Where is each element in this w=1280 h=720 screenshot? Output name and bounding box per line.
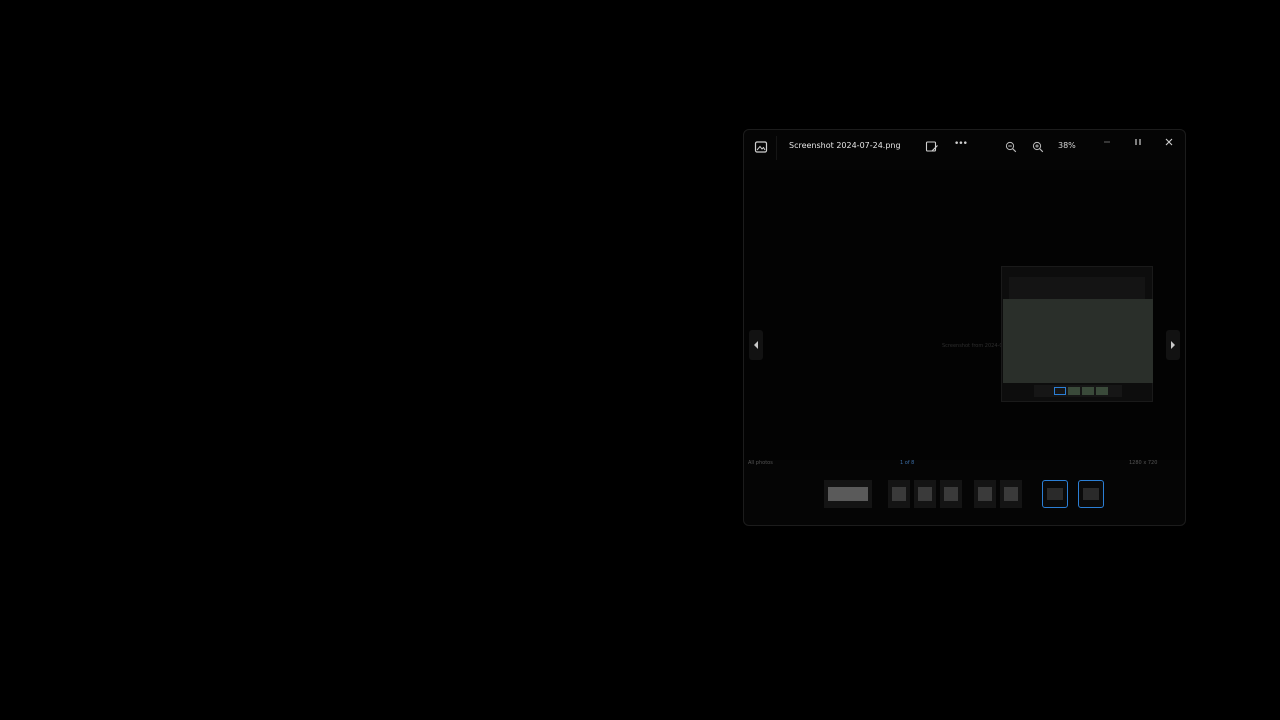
nested-selected-thumb [1054, 387, 1066, 395]
filmstrip-thumb[interactable] [1000, 480, 1022, 508]
filmstrip-thumb[interactable] [974, 480, 996, 508]
info-row: All photos 1 of 8 1280 x 720 [744, 460, 1185, 470]
photos-app-icon [753, 139, 769, 155]
filmstrip [824, 474, 1104, 512]
zoom-level-button[interactable]: 38% [1058, 141, 1076, 150]
chevron-left-icon [754, 341, 758, 349]
filmstrip-thumb[interactable] [914, 480, 936, 508]
photo-viewer-stage: Screenshot from 2024-07-24 [744, 170, 1185, 460]
photo-position-label: 1 of 8 [900, 460, 915, 466]
zoom-in-icon[interactable] [1030, 139, 1046, 155]
filmstrip-thumb-selected[interactable] [1042, 480, 1068, 508]
photos-app-window: Screenshot 2024-07-24.png ••• 38% Screen… [743, 129, 1186, 526]
filmstrip-thumb[interactable] [824, 480, 872, 508]
minimize-icon[interactable] [1099, 134, 1115, 150]
nested-thumb [1096, 387, 1108, 395]
filmstrip-thumb[interactable] [888, 480, 910, 508]
filmstrip-thumb[interactable] [940, 480, 962, 508]
nested-photo-area [1003, 299, 1153, 383]
all-photos-link[interactable]: All photos [748, 460, 773, 466]
image-dimensions-label: 1280 x 720 [1129, 460, 1158, 466]
previous-photo-button[interactable] [749, 330, 763, 360]
maximize-icon[interactable] [1130, 134, 1146, 150]
filmstrip-thumb-selected[interactable] [1078, 480, 1104, 508]
next-photo-button[interactable] [1166, 330, 1180, 360]
nested-title-bar [1009, 277, 1145, 299]
close-icon[interactable] [1161, 134, 1177, 150]
edit-image-icon[interactable] [924, 139, 940, 155]
nested-screenshot-image [1001, 266, 1153, 402]
title-bar: Screenshot 2024-07-24.png ••• 38% [744, 130, 1185, 164]
chevron-right-icon [1171, 341, 1175, 349]
zoom-out-icon[interactable] [1003, 139, 1019, 155]
more-options-button[interactable]: ••• [954, 139, 968, 149]
title-divider [776, 136, 777, 160]
nested-thumb [1082, 387, 1094, 395]
file-name-title: Screenshot 2024-07-24.png [789, 141, 901, 150]
nested-thumb [1068, 387, 1080, 395]
